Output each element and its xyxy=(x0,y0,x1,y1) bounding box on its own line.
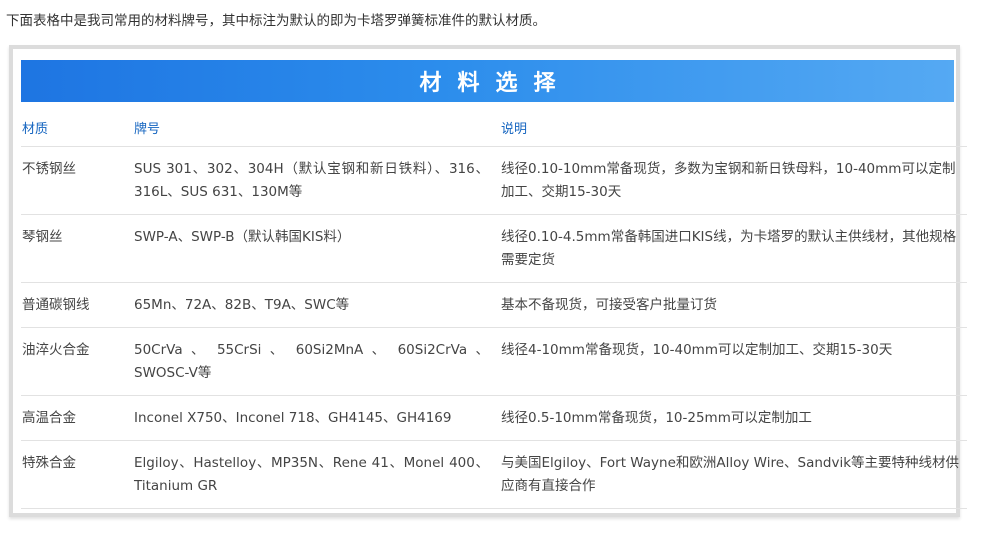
cell-description: 线径0.10-10mm常备现货，多数为宝钢和新日铁母料，10-40mm可以定制加… xyxy=(501,146,967,215)
banner-title: 材料选择 xyxy=(419,71,572,96)
header-description: 说明 xyxy=(501,102,967,147)
table-row: 高温合金 Inconel X750、Inconel 718、GH4145、GH4… xyxy=(21,395,967,441)
cell-material: 不锈钢丝 xyxy=(21,146,134,215)
material-table-panel: 材料选择 材质 牌号 说明 不锈钢丝 SUS 301、302、304H（默认宝钢… xyxy=(9,45,967,517)
cell-description: 线径0.5-10mm常备现货，10-25mm可以定制加工 xyxy=(501,395,967,441)
intro-text: 下面表格中是我司常用的材料牌号，其中标注为默认的即为卡塔罗弹簧标准件的默认材质。 xyxy=(6,13,546,29)
table-banner: 材料选择 xyxy=(21,60,954,102)
cell-material: 普通碳钢线 xyxy=(21,282,134,328)
cell-description: 线径0.10-4.5mm常备韩国进口KIS线，为卡塔罗的默认主供线材，其他规格需… xyxy=(501,214,967,283)
cell-material: 油淬火合金 xyxy=(21,327,134,396)
table-row: 普通碳钢线 65Mn、72A、82B、T9A、SWC等 基本不备现货，可接受客户… xyxy=(21,282,967,328)
cell-material: 琴钢丝 xyxy=(21,214,134,283)
cell-grade: SUS 301、302、304H（默认宝钢和新日铁料）、316、316L、SUS… xyxy=(134,146,501,215)
table-row: 油淬火合金 50CrVa 、 55CrSi 、 60Si2MnA 、 60Si2… xyxy=(21,327,967,396)
header-material: 材质 xyxy=(21,102,134,147)
cell-grade: Inconel X750、Inconel 718、GH4145、GH4169 xyxy=(134,395,501,441)
material-table: 材质 牌号 说明 不锈钢丝 SUS 301、302、304H（默认宝钢和新日铁料… xyxy=(21,102,967,509)
cell-grade: 65Mn、72A、82B、T9A、SWC等 xyxy=(134,282,501,328)
table-header-row: 材质 牌号 说明 xyxy=(21,102,967,147)
header-grade: 牌号 xyxy=(134,102,501,147)
cell-grade: Elgiloy、Hastelloy、MP35N、Rene 41、Monel 40… xyxy=(134,440,501,509)
table-row: 琴钢丝 SWP-A、SWP-B（默认韩国KIS料） 线径0.10-4.5mm常备… xyxy=(21,214,967,283)
cell-description: 线径4-10mm常备现货，10-40mm可以定制加工、交期15-30天 xyxy=(501,327,967,396)
cell-material: 特殊合金 xyxy=(21,440,134,509)
table-row: 特殊合金 Elgiloy、Hastelloy、MP35N、Rene 41、Mon… xyxy=(21,440,967,509)
cell-description: 基本不备现货，可接受客户批量订货 xyxy=(501,282,967,328)
cell-description: 与美国Elgiloy、Fort Wayne和欧洲Alloy Wire、Sandv… xyxy=(501,440,967,509)
cell-grade: SWP-A、SWP-B（默认韩国KIS料） xyxy=(134,214,501,283)
cell-grade: 50CrVa 、 55CrSi 、 60Si2MnA 、 60Si2CrVa 、… xyxy=(134,327,501,396)
table-row: 不锈钢丝 SUS 301、302、304H（默认宝钢和新日铁料）、316、316… xyxy=(21,146,967,215)
cell-material: 高温合金 xyxy=(21,395,134,441)
